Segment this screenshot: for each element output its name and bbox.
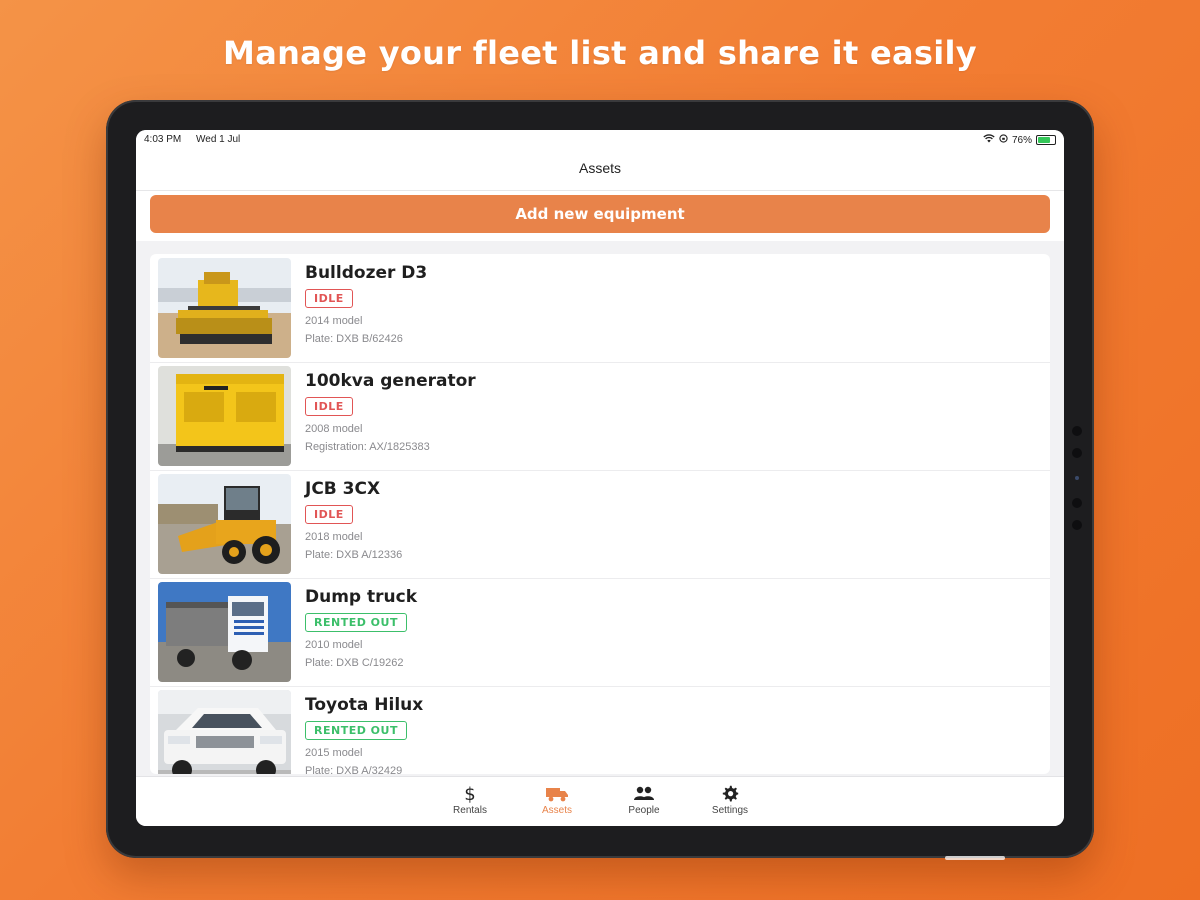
asset-name: Toyota Hilux: [305, 695, 424, 715]
device-side-button: [1072, 498, 1082, 508]
asset-plate: Registration: AX/1825383: [305, 441, 430, 453]
tab-people[interactable]: People: [604, 783, 684, 816]
asset-plate: Plate: DXB A/12336: [305, 549, 403, 561]
asset-plate: Plate: DXB C/19262: [305, 657, 404, 669]
asset-photo-dump-truck: [158, 582, 291, 682]
wifi-icon: [983, 134, 995, 146]
asset-model: 2008 model: [305, 423, 363, 435]
page-title: Assets: [578, 160, 621, 176]
status-badge: RENTED OUT: [305, 721, 407, 740]
asset-info: Bulldozer D3 IDLE 2014 model Plate: DXB …: [305, 262, 1005, 348]
app-screen: 4:03 PM Wed 1 Jul 76% Assets Add new equ…: [136, 130, 1064, 826]
battery-percent: 76%: [1011, 134, 1032, 146]
asset-list[interactable]: Bulldozer D3 IDLE 2014 model Plate: DXB …: [150, 254, 1050, 774]
tab-settings[interactable]: Settings: [690, 783, 770, 816]
tab-label: Rentals: [453, 805, 487, 816]
asset-photo-generator: [158, 366, 291, 466]
tablet-frame: 4:03 PM Wed 1 Jul 76% Assets Add new equ…: [106, 100, 1094, 858]
status-indicators: 76%: [983, 134, 1056, 146]
asset-model: 2014 model: [305, 315, 363, 327]
status-badge: IDLE: [305, 289, 353, 308]
status-badge: RENTED OUT: [305, 613, 407, 632]
asset-info: JCB 3CX IDLE 2018 model Plate: DXB A/123…: [305, 478, 1005, 564]
asset-plate: Plate: DXB B/62426: [305, 333, 403, 345]
asset-model: 2010 model: [305, 639, 363, 651]
truck-icon: [517, 783, 597, 805]
battery-icon: [1036, 135, 1056, 145]
device-side-button: [1072, 520, 1082, 530]
asset-photo-bulldozer: [158, 258, 291, 358]
tab-label: People: [628, 805, 660, 816]
asset-row[interactable]: 100kva generator IDLE 2008 model Registr…: [150, 362, 1050, 471]
asset-info: Dump truck RENTED OUT 2010 model Plate: …: [305, 586, 1005, 672]
status-badge: IDLE: [305, 397, 353, 416]
asset-row[interactable]: JCB 3CX IDLE 2018 model Plate: DXB A/123…: [150, 470, 1050, 579]
device-sensor: [1075, 476, 1079, 480]
dollar-icon: $: [464, 783, 476, 805]
navigation-bar: Assets: [136, 150, 1064, 191]
asset-info: Toyota Hilux RENTED OUT 2015 model Plate…: [305, 694, 1005, 774]
asset-model: 2015 model: [305, 747, 363, 759]
status-bar: 4:03 PM Wed 1 Jul 76%: [136, 130, 1064, 150]
tab-bar: $ Rentals Assets People Settings: [136, 776, 1064, 826]
status-date: Wed 1 Jul: [196, 134, 241, 145]
asset-photo-pickup: [158, 690, 291, 774]
asset-model: 2018 model: [305, 531, 363, 543]
asset-photo-backhoe: [158, 474, 291, 574]
status-time: 4:03 PM: [144, 134, 182, 145]
asset-row[interactable]: Dump truck RENTED OUT 2010 model Plate: …: [150, 578, 1050, 687]
asset-name: Bulldozer D3: [305, 263, 428, 283]
asset-name: Dump truck: [305, 587, 418, 607]
asset-plate: Plate: DXB A/32429: [305, 765, 403, 774]
device-side-button: [1072, 448, 1082, 458]
add-equipment-bar: Add new equipment: [136, 191, 1064, 241]
people-icon: [604, 783, 684, 805]
device-edge-highlight: [945, 856, 1005, 860]
asset-name: 100kva generator: [305, 371, 476, 391]
device-side-button: [1072, 426, 1082, 436]
tab-assets[interactable]: Assets: [517, 783, 597, 816]
orientation-lock-icon: [999, 134, 1008, 146]
add-equipment-button[interactable]: Add new equipment: [150, 195, 1050, 233]
gear-icon: [690, 783, 770, 805]
tab-label: Assets: [541, 805, 572, 816]
status-badge: IDLE: [305, 505, 353, 524]
asset-name: JCB 3CX: [305, 479, 381, 499]
asset-info: 100kva generator IDLE 2008 model Registr…: [305, 370, 1005, 456]
asset-row[interactable]: Bulldozer D3 IDLE 2014 model Plate: DXB …: [150, 254, 1050, 363]
tab-rentals[interactable]: $ Rentals: [430, 783, 510, 817]
promo-headline: Manage your fleet list and share it easi…: [223, 34, 977, 72]
tab-label: Settings: [711, 805, 749, 816]
asset-row[interactable]: Toyota Hilux RENTED OUT 2015 model Plate…: [150, 686, 1050, 774]
